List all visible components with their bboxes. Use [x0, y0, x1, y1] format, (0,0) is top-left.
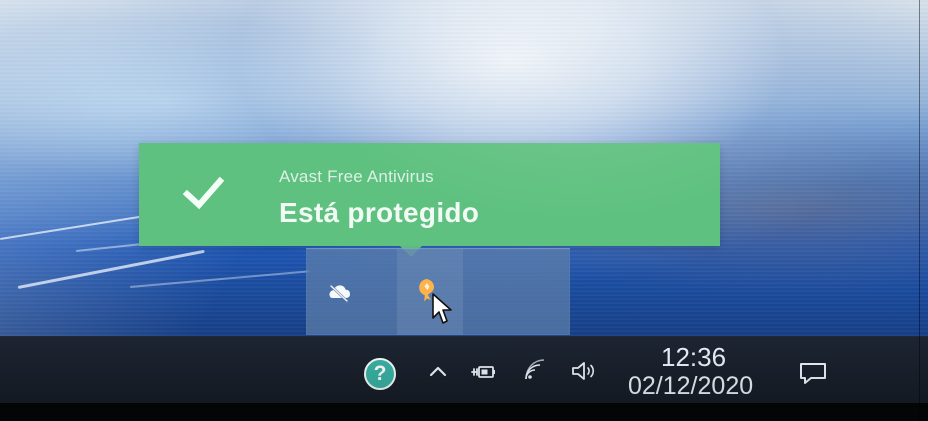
clock-date: 02/12/2020 — [628, 372, 754, 400]
taskbar-clock[interactable]: 12:36 02/12/2020 — [628, 342, 760, 400]
cloud-off-icon[interactable] — [326, 280, 352, 306]
clock-time: 12:36 — [661, 342, 727, 372]
screen-edge — [919, 0, 920, 421]
desktop-screen: Avast Free Antivirus Está protegido ? 12… — [0, 0, 928, 421]
wifi-icon[interactable] — [522, 359, 546, 383]
screen-bezel-bottom — [0, 403, 928, 421]
notification-app-name: Avast Free Antivirus — [279, 167, 434, 186]
help-icon-label: ? — [373, 362, 387, 385]
help-button[interactable]: ? — [364, 358, 396, 390]
check-icon — [182, 176, 225, 210]
notification-icon[interactable] — [796, 359, 830, 387]
notification-message: Está protegido — [279, 197, 480, 228]
battery-charging-icon[interactable] — [469, 360, 499, 384]
windows-taskbar — [0, 336, 928, 404]
arrow-cursor-icon — [432, 293, 452, 324]
volume-icon[interactable] — [569, 359, 599, 383]
avast-notification-toast[interactable]: Avast Free Antivirus Está protegido — [139, 143, 720, 246]
chevron-up-icon[interactable] — [426, 360, 450, 384]
